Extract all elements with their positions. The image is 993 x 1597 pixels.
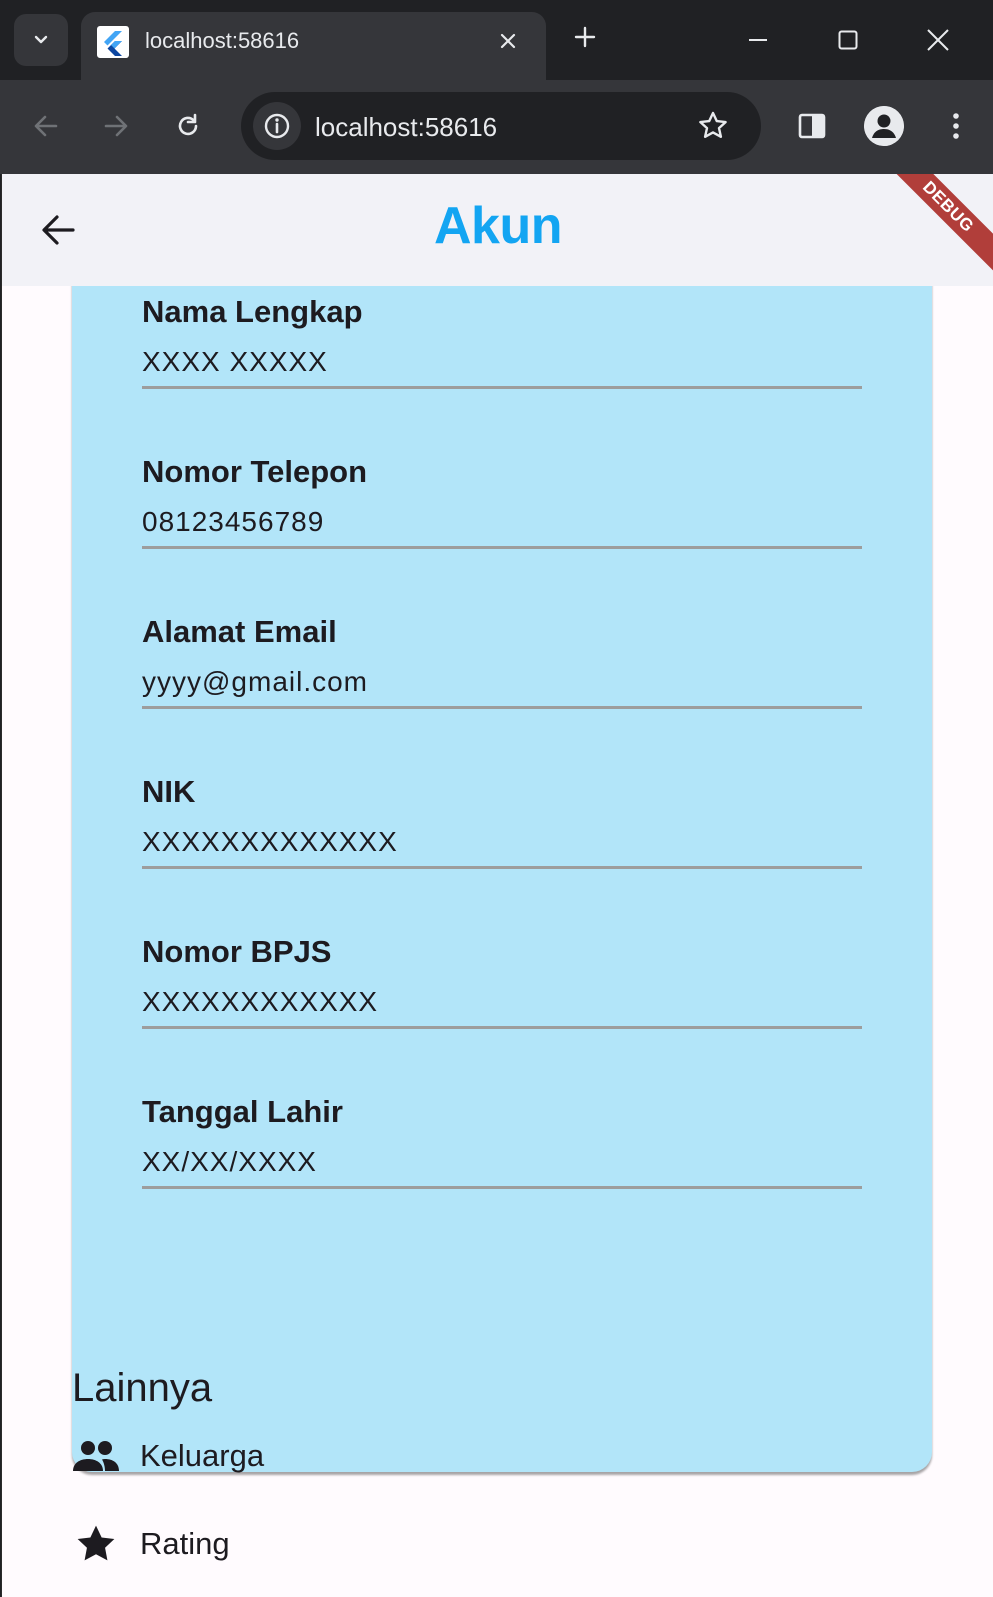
field-underline (142, 546, 862, 549)
address-bar[interactable]: localhost:58616 (241, 92, 761, 160)
account-info-card: Nama Lengkap XXXX XXXXX Nomor Telepon 08… (72, 234, 932, 1472)
field-nomor-telepon[interactable]: Nomor Telepon 08123456789 (142, 454, 862, 549)
field-label: Tanggal Lahir (142, 1094, 343, 1129)
field-underline (142, 1026, 862, 1029)
list-item-label: Keluarga (140, 1438, 265, 1473)
field-nik[interactable]: NIK XXXXXXXXXXXXX (142, 774, 862, 869)
tab-title: localhost:58616 (145, 28, 300, 53)
forward-nav-icon[interactable] (92, 102, 140, 150)
profile-avatar-icon[interactable] (864, 106, 904, 146)
field-label: Nomor Telepon (142, 454, 368, 489)
minimize-icon[interactable] (738, 20, 778, 60)
url-text: localhost:58616 (315, 112, 498, 142)
browser-tabstrip: localhost:58616 (0, 0, 993, 80)
side-panel-icon[interactable] (788, 102, 836, 150)
field-underline (142, 1186, 862, 1189)
browser-tab[interactable]: localhost:58616 (81, 12, 546, 80)
section-title-lainnya: Lainnya (72, 1366, 213, 1410)
field-value: XXXX XXXXX (142, 346, 328, 377)
site-info-icon[interactable] (253, 102, 301, 150)
field-value: 08123456789 (142, 506, 325, 537)
back-nav-icon[interactable] (22, 102, 70, 150)
new-tab-icon[interactable] (570, 22, 600, 52)
maximize-icon[interactable] (828, 20, 868, 60)
close-tab-icon[interactable] (493, 26, 523, 56)
field-label: Nomor BPJS (142, 934, 332, 969)
people-icon (72, 1432, 120, 1480)
field-alamat-email[interactable]: Alamat Email yyyy@gmail.com (142, 614, 862, 709)
list-item-label: Rating (140, 1526, 230, 1561)
field-nomor-bpjs[interactable]: Nomor BPJS XXXXXXXXXXXX (142, 934, 862, 1029)
app-viewport: Akun DEBUG Nama Lengkap XXXX XXXXX Nomor… (1, 174, 993, 1597)
list-item-rating[interactable]: Rating (72, 1514, 472, 1574)
field-label: NIK (142, 774, 196, 809)
star-icon (72, 1520, 120, 1568)
close-window-icon[interactable] (918, 20, 958, 60)
field-nama-lengkap[interactable]: Nama Lengkap XXXX XXXXX (142, 294, 862, 389)
field-underline (142, 386, 862, 389)
field-value: XXXXXXXXXXXXX (142, 826, 398, 857)
list-item-keluarga[interactable]: Keluarga (72, 1426, 472, 1486)
field-value: XX/XX/XXXX (142, 1146, 317, 1177)
field-label: Nama Lengkap (142, 294, 363, 329)
field-value: yyyy@gmail.com (142, 666, 369, 697)
flutter-favicon-icon (97, 26, 129, 58)
field-underline (142, 706, 862, 709)
browser-toolbar: localhost:58616 (0, 80, 993, 174)
field-value: XXXXXXXXXXXX (142, 986, 379, 1017)
tab-search-button[interactable] (14, 14, 68, 66)
chevron-down-icon (34, 35, 48, 44)
page-title: Akun (434, 197, 563, 255)
reload-icon[interactable] (164, 102, 212, 150)
field-label: Alamat Email (142, 614, 337, 649)
field-underline (142, 866, 862, 869)
app-bar: Akun (2, 174, 993, 286)
more-menu-icon[interactable] (932, 102, 980, 150)
bookmark-star-icon[interactable] (689, 102, 737, 150)
field-tanggal-lahir[interactable]: Tanggal Lahir XX/XX/XXXX (142, 1094, 862, 1189)
